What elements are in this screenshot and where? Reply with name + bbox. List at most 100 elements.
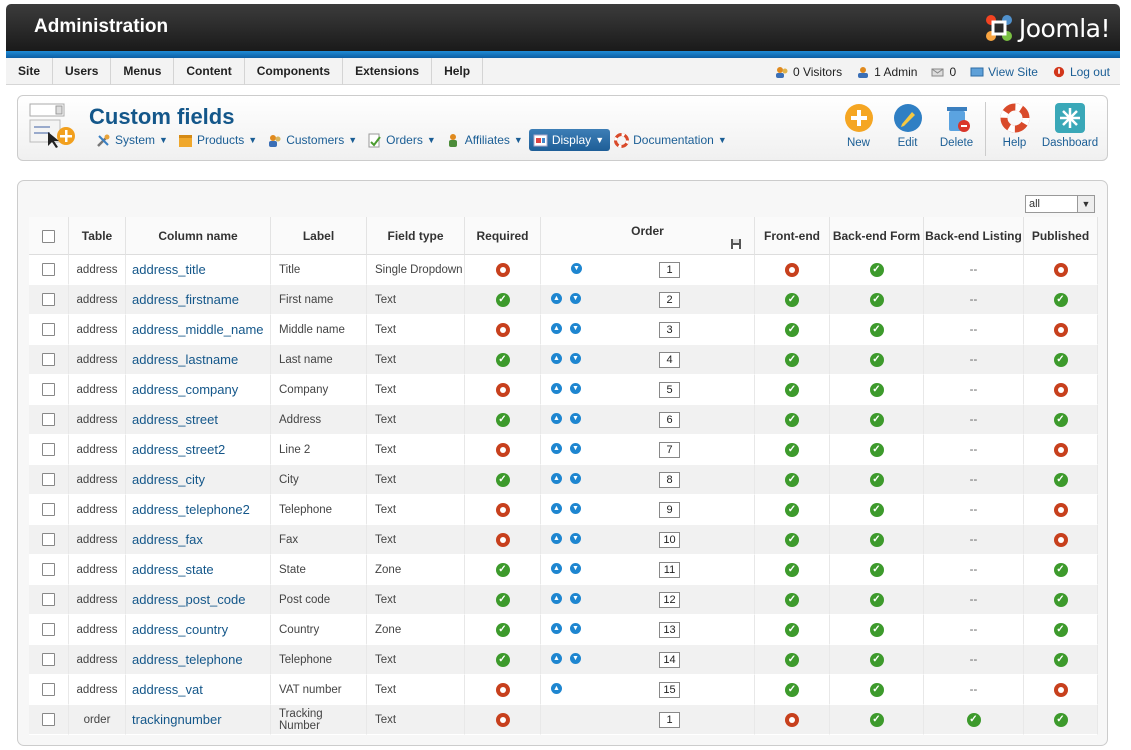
header-published[interactable]: Published — [1024, 217, 1098, 255]
row-checkbox[interactable] — [42, 683, 55, 696]
row-checkbox[interactable] — [42, 623, 55, 636]
order-input[interactable]: 3 — [659, 322, 680, 338]
required-disabled-icon[interactable] — [495, 442, 510, 457]
row-checkbox[interactable] — [42, 443, 55, 456]
backend-form-enabled-icon[interactable]: ✓ — [869, 622, 884, 637]
required-disabled-icon[interactable] — [495, 322, 510, 337]
required-enabled-icon[interactable]: ✓ — [495, 562, 510, 577]
published-disabled-icon[interactable] — [1053, 532, 1068, 547]
order-input[interactable]: 4 — [659, 352, 680, 368]
row-checkbox[interactable] — [42, 293, 55, 306]
required-enabled-icon[interactable]: ✓ — [495, 412, 510, 427]
view-site-link[interactable]: View Site — [970, 65, 1038, 79]
order-input[interactable]: 6 — [659, 412, 680, 428]
front-end-enabled-icon[interactable]: ✓ — [785, 592, 799, 607]
front-end-enabled-icon[interactable]: ✓ — [785, 322, 799, 337]
submenu-display[interactable]: Display ▼ — [528, 129, 611, 151]
menu-components[interactable]: Components — [245, 58, 344, 85]
submenu-products[interactable]: Products ▼ — [174, 129, 263, 151]
front-end-enabled-icon[interactable]: ✓ — [785, 382, 799, 397]
logout-link[interactable]: Log out — [1052, 65, 1110, 79]
required-enabled-icon[interactable]: ✓ — [495, 652, 510, 667]
move-down-icon[interactable]: ▼ — [570, 443, 581, 455]
menu-content[interactable]: Content — [174, 58, 245, 85]
published-enabled-icon[interactable]: ✓ — [1053, 292, 1068, 307]
front-end-enabled-icon[interactable]: ✓ — [785, 652, 799, 667]
row-column-name-link[interactable]: address_company — [126, 375, 271, 405]
move-up-icon[interactable]: ▲ — [551, 353, 562, 365]
required-disabled-icon[interactable] — [495, 262, 510, 277]
row-column-name-link[interactable]: address_lastname — [126, 345, 271, 375]
select-all-checkbox[interactable] — [42, 229, 55, 243]
front-end-enabled-icon[interactable]: ✓ — [785, 472, 799, 487]
row-column-name-link[interactable]: address_city — [126, 465, 271, 495]
row-column-name-link[interactable]: address_fax — [126, 525, 271, 555]
required-enabled-icon[interactable]: ✓ — [495, 622, 510, 637]
move-up-icon[interactable]: ▲ — [551, 593, 562, 605]
move-down-icon[interactable]: ▼ — [570, 563, 581, 575]
order-input[interactable]: 8 — [659, 472, 680, 488]
published-enabled-icon[interactable]: ✓ — [1053, 562, 1068, 577]
order-input[interactable]: 12 — [659, 592, 680, 608]
move-down-icon[interactable]: ▼ — [570, 623, 581, 635]
move-up-icon[interactable]: ▲ — [551, 443, 562, 455]
submenu-system[interactable]: System ▼ — [92, 129, 174, 151]
required-enabled-icon[interactable]: ✓ — [495, 592, 510, 607]
order-input[interactable]: 11 — [659, 562, 680, 578]
move-up-icon[interactable]: ▲ — [551, 683, 562, 695]
submenu-affiliates[interactable]: Affiliates ▼ — [442, 129, 529, 151]
edit-button[interactable]: Edit — [883, 102, 932, 149]
move-up-icon[interactable]: ▲ — [551, 533, 562, 545]
published-disabled-icon[interactable] — [1053, 442, 1068, 457]
move-down-icon[interactable]: ▼ — [570, 473, 581, 485]
move-down-icon[interactable]: ▼ — [570, 383, 581, 395]
row-checkbox[interactable] — [42, 563, 55, 576]
published-enabled-icon[interactable]: ✓ — [1053, 412, 1068, 427]
move-up-icon[interactable]: ▲ — [551, 623, 562, 635]
backend-form-enabled-icon[interactable]: ✓ — [869, 292, 884, 307]
published-enabled-icon[interactable]: ✓ — [1053, 652, 1068, 667]
backend-form-enabled-icon[interactable]: ✓ — [869, 592, 884, 607]
submenu-documentation[interactable]: Documentation ▼ — [610, 129, 733, 151]
required-disabled-icon[interactable] — [495, 712, 510, 727]
header-required[interactable]: Required — [465, 217, 541, 255]
order-input[interactable]: 13 — [659, 622, 680, 638]
menu-extensions[interactable]: Extensions — [343, 58, 433, 85]
front-end-enabled-icon[interactable]: ✓ — [785, 562, 799, 577]
row-checkbox[interactable] — [42, 713, 55, 726]
row-checkbox[interactable] — [42, 593, 55, 606]
front-end-enabled-icon[interactable]: ✓ — [785, 622, 799, 637]
delete-button[interactable]: Delete — [932, 102, 981, 149]
order-input[interactable]: 2 — [659, 292, 680, 308]
header-column-name[interactable]: Column name — [126, 217, 271, 255]
published-enabled-icon[interactable]: ✓ — [1053, 352, 1068, 367]
front-end-enabled-icon[interactable]: ✓ — [785, 442, 799, 457]
menu-users[interactable]: Users — [53, 58, 112, 85]
backend-form-enabled-icon[interactable]: ✓ — [869, 562, 884, 577]
help-button[interactable]: Help — [990, 102, 1039, 149]
move-down-icon[interactable]: ▼ — [570, 503, 581, 515]
backend-listing-enabled-icon[interactable]: ✓ — [966, 712, 981, 727]
joomla-logo[interactable]: Joomla! — [983, 11, 1111, 45]
published-enabled-icon[interactable]: ✓ — [1053, 472, 1068, 487]
move-down-icon[interactable]: ▼ — [570, 323, 581, 335]
row-column-name-link[interactable]: address_telephone — [126, 645, 271, 675]
backend-form-enabled-icon[interactable]: ✓ — [869, 472, 884, 487]
backend-form-enabled-icon[interactable]: ✓ — [869, 502, 884, 517]
backend-form-enabled-icon[interactable]: ✓ — [869, 682, 884, 697]
row-checkbox[interactable] — [42, 503, 55, 516]
order-input[interactable]: 15 — [659, 682, 680, 698]
order-input[interactable]: 10 — [659, 532, 680, 548]
required-disabled-icon[interactable] — [495, 682, 510, 697]
published-disabled-icon[interactable] — [1053, 682, 1068, 697]
required-enabled-icon[interactable]: ✓ — [495, 352, 510, 367]
new-button[interactable]: New — [834, 102, 883, 149]
order-input[interactable]: 5 — [659, 382, 680, 398]
order-input[interactable]: 7 — [659, 442, 680, 458]
move-up-icon[interactable]: ▲ — [551, 473, 562, 485]
header-backend-listing[interactable]: Back-end Listing — [924, 217, 1024, 255]
row-checkbox[interactable] — [42, 263, 55, 276]
row-checkbox[interactable] — [42, 653, 55, 666]
backend-form-enabled-icon[interactable]: ✓ — [869, 532, 884, 547]
menu-site[interactable]: Site — [6, 58, 54, 85]
